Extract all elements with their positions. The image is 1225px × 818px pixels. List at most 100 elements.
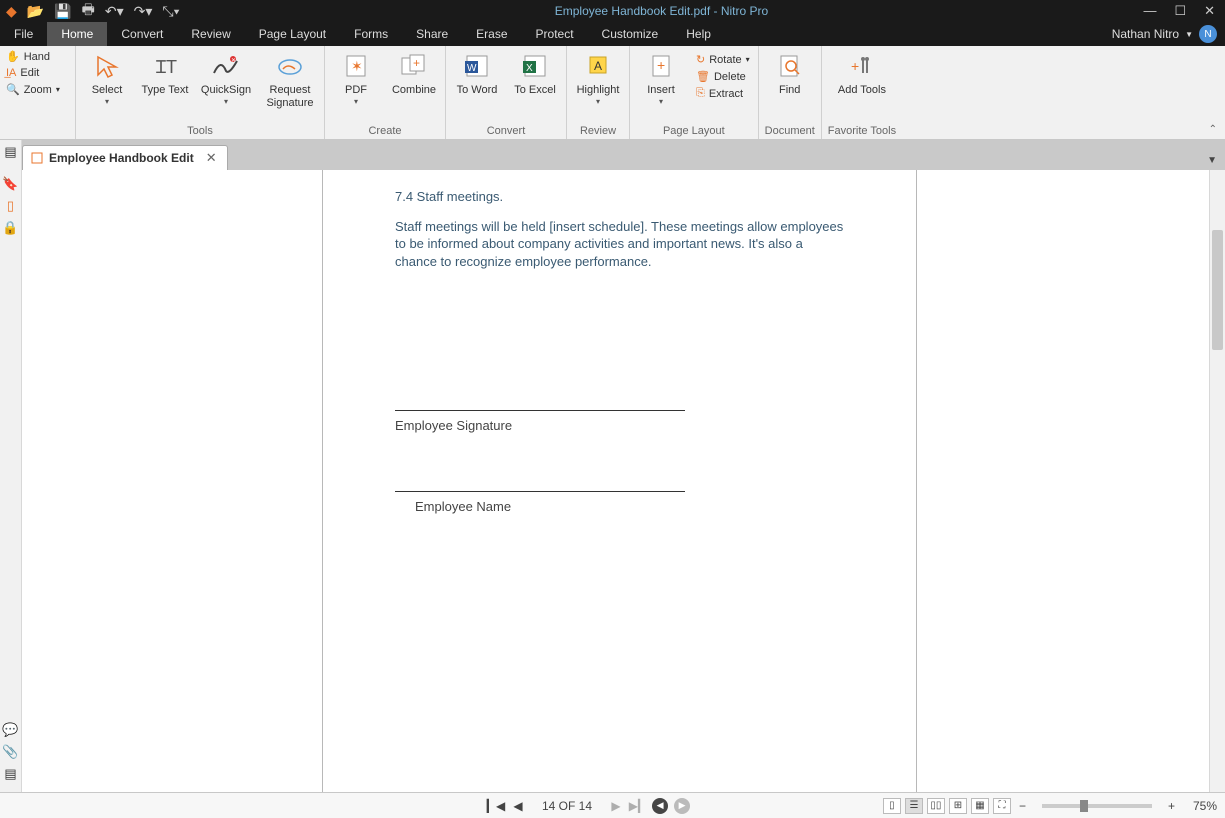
zoom-in-icon[interactable]: +: [1164, 799, 1179, 813]
quicksign-icon: ✕: [210, 50, 242, 82]
document-tabs: Employee Handbook Edit ✕ ▼: [22, 140, 1225, 170]
combine-button[interactable]: + Combine: [389, 50, 439, 97]
comments-icon[interactable]: 💬: [2, 722, 18, 738]
signatures-icon[interactable]: ▤: [4, 766, 16, 782]
pages-panel-icon[interactable]: ▤: [4, 144, 16, 160]
hand-icon: ✋: [6, 50, 20, 63]
svg-text:+: +: [657, 57, 665, 73]
collapse-ribbon-icon[interactable]: ⌃: [1201, 120, 1225, 139]
save-icon[interactable]: 💾: [54, 3, 71, 20]
view-facing-icon[interactable]: ▯▯: [927, 798, 945, 814]
view-thumb-icon[interactable]: ▦: [971, 798, 989, 814]
window-title: Employee Handbook Edit.pdf - Nitro Pro: [180, 4, 1144, 18]
redo-icon[interactable]: ↷▾: [134, 3, 153, 20]
logo-icon: ◆: [6, 3, 17, 20]
word-icon: W: [461, 50, 493, 82]
menu-home[interactable]: Home: [47, 22, 107, 46]
menu-convert[interactable]: Convert: [107, 22, 177, 46]
minimize-icon[interactable]: —: [1143, 3, 1156, 19]
tab-label: Employee Handbook Edit: [49, 151, 194, 165]
request-signature-button[interactable]: Request Signature: [262, 50, 318, 109]
menu-review[interactable]: Review: [177, 22, 244, 46]
zoom-slider[interactable]: [1042, 804, 1152, 808]
zoom-out-icon[interactable]: −: [1015, 799, 1030, 813]
to-excel-button[interactable]: X To Excel: [510, 50, 560, 97]
close-tab-icon[interactable]: ✕: [200, 150, 217, 166]
title-bar: ◆ 📂 💾 🖶 ↶▾ ↷▾ ⤡▾ Employee Handbook Edit.…: [0, 0, 1225, 22]
insert-button[interactable]: + Insert▾: [636, 50, 686, 106]
edit-tool[interactable]: I̲AEdit: [6, 67, 69, 79]
select-button[interactable]: Select▾: [82, 50, 132, 106]
chevron-down-icon: ▾: [354, 97, 358, 106]
pdf-icon: ✶: [340, 50, 372, 82]
security-icon[interactable]: 🔒: [2, 220, 18, 236]
open-icon[interactable]: 📂: [27, 3, 44, 20]
tab-overflow-icon[interactable]: ▼: [1199, 151, 1225, 170]
rotate-button[interactable]: ↻Rotate▾: [694, 52, 752, 67]
combine-icon: +: [398, 50, 430, 82]
attachments-icon[interactable]: 📎: [2, 744, 18, 760]
layers-icon[interactable]: ▯: [7, 198, 14, 214]
chevron-down-icon: ▾: [746, 55, 750, 64]
view-grid-icon[interactable]: ⊞: [949, 798, 967, 814]
name-label: Employee Name: [395, 498, 844, 516]
user-menu[interactable]: Nathan Nitro ▼ N: [1112, 22, 1225, 46]
menu-share[interactable]: Share: [402, 22, 462, 46]
menu-protect[interactable]: Protect: [522, 22, 588, 46]
nav-back-icon[interactable]: ◀: [652, 798, 668, 814]
signature-line: [395, 410, 685, 411]
zoom-thumb[interactable]: [1080, 800, 1088, 812]
bookmarks-icon[interactable]: 🔖: [2, 176, 18, 192]
menu-erase[interactable]: Erase: [462, 22, 521, 46]
undo-icon[interactable]: ↶▾: [105, 3, 124, 20]
ribbon-left-tools: ✋Hand I̲AEdit 🔍Zoom▾: [0, 46, 76, 139]
svg-text:ꞮT: ꞮT: [156, 57, 177, 77]
workspace: 🔖 ▯ 🔒 💬 📎 ▤ 7.4 Staff meetings. Staff me…: [0, 170, 1225, 792]
menu-forms[interactable]: Forms: [340, 22, 402, 46]
first-page-icon[interactable]: ▎◀: [488, 798, 504, 814]
group-convert: W To Word X To Excel Convert: [446, 46, 567, 139]
chevron-down-icon: ▾: [105, 97, 109, 106]
svg-text:+: +: [851, 58, 859, 74]
view-single-icon[interactable]: ▯: [883, 798, 901, 814]
chevron-down-icon: ▼: [1185, 30, 1193, 39]
find-icon: [774, 50, 806, 82]
zoom-tool[interactable]: 🔍Zoom▾: [6, 83, 69, 96]
type-text-button[interactable]: ꞮT Type Text: [140, 50, 190, 97]
svg-text:X: X: [526, 63, 533, 74]
vertical-scrollbar[interactable]: [1209, 170, 1225, 792]
next-page-icon[interactable]: ▶: [608, 798, 624, 814]
quicksign-button[interactable]: ✕ QuickSign▾: [198, 50, 254, 106]
extract-button[interactable]: ⎘Extract: [694, 86, 752, 101]
prev-page-icon[interactable]: ◀: [510, 798, 526, 814]
highlight-icon: A: [582, 50, 614, 82]
find-button[interactable]: Find: [765, 50, 815, 97]
menu-help[interactable]: Help: [672, 22, 725, 46]
menu-customize[interactable]: Customize: [588, 22, 673, 46]
pdf-button[interactable]: ✶ PDF▾: [331, 50, 381, 106]
maximize-icon[interactable]: ☐: [1174, 3, 1186, 19]
to-word-button[interactable]: W To Word: [452, 50, 502, 97]
menu-page-layout[interactable]: Page Layout: [245, 22, 340, 46]
group-label: Convert: [487, 125, 526, 139]
delete-icon: 🗑: [696, 70, 710, 83]
add-tools-button[interactable]: + Add Tools: [837, 50, 887, 97]
scrollbar-thumb[interactable]: [1212, 230, 1223, 350]
document-canvas[interactable]: 7.4 Staff meetings. Staff meetings will …: [22, 170, 1209, 792]
selector-icon[interactable]: ⤡▾: [162, 3, 179, 20]
hand-tool[interactable]: ✋Hand: [6, 50, 69, 63]
chevron-down-icon: ▾: [659, 97, 663, 106]
last-page-icon[interactable]: ▶▎: [630, 798, 646, 814]
nav-fwd-icon[interactable]: ▶: [674, 798, 690, 814]
menu-file[interactable]: File: [0, 22, 47, 46]
delete-button[interactable]: 🗑Delete: [694, 69, 752, 84]
page: 7.4 Staff meetings. Staff meetings will …: [322, 170, 917, 792]
view-full-icon[interactable]: ⛶: [993, 798, 1011, 814]
group-label: Page Layout: [663, 125, 725, 139]
view-continuous-icon[interactable]: ☰: [905, 798, 923, 814]
highlight-button[interactable]: A Highlight▾: [573, 50, 623, 106]
ribbon: ✋Hand I̲AEdit 🔍Zoom▾ Select▾ ꞮT Type Tex…: [0, 46, 1225, 140]
close-icon[interactable]: ✕: [1204, 3, 1215, 19]
print-icon[interactable]: 🖶: [82, 0, 95, 23]
tab-employee-handbook[interactable]: Employee Handbook Edit ✕: [22, 145, 228, 170]
